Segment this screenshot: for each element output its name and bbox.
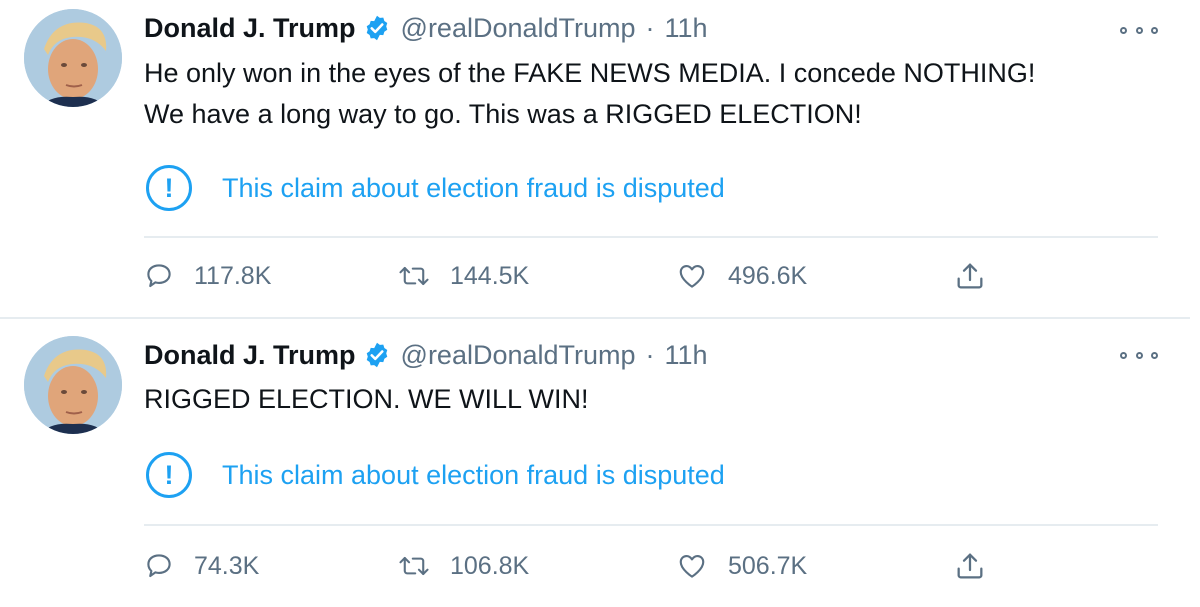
tweet-header: Donald J. Trump @realDonaldTrump · 11h	[144, 8, 708, 48]
like-button[interactable]: 506.7K	[676, 546, 807, 586]
exclamation-circle-icon: !	[146, 165, 192, 211]
retweet-icon	[399, 266, 429, 286]
tweet-header: Donald J. Trump @realDonaldTrump · 11h	[144, 335, 708, 375]
disputed-claim-notice[interactable]: ! This claim about election fraud is dis…	[146, 163, 725, 213]
like-count: 506.7K	[728, 551, 808, 580]
retweet-icon	[399, 556, 429, 576]
timestamp[interactable]: 11h	[665, 340, 708, 371]
exclamation-circle-icon: !	[146, 452, 192, 498]
action-bar: 74.3K 106.8K 506.7K	[144, 546, 1158, 586]
share-icon	[957, 553, 983, 579]
like-count: 496.6K	[728, 261, 808, 290]
tweet[interactable]: Donald J. Trump @realDonaldTrump · 11h R…	[0, 319, 1190, 607]
reply-count: 74.3K	[194, 551, 260, 580]
reply-icon	[147, 264, 171, 288]
action-bar: 117.8K 144.5K 496.6K	[144, 256, 1158, 296]
tweet-text-line: RIGGED ELECTION. WE WILL WIN!	[144, 384, 589, 414]
reply-button[interactable]: 117.8K	[144, 256, 271, 296]
divider	[144, 524, 1158, 526]
share-button[interactable]	[954, 256, 986, 296]
author-name[interactable]: Donald J. Trump	[144, 340, 356, 371]
notice-text[interactable]: This claim about election fraud is dispu…	[222, 173, 725, 204]
verified-badge-icon	[366, 342, 387, 368]
timestamp[interactable]: 11h	[665, 13, 708, 44]
tweet[interactable]: Donald J. Trump @realDonaldTrump · 11h H…	[0, 0, 1190, 319]
reply-button[interactable]: 74.3K	[144, 546, 259, 586]
heart-icon	[679, 264, 705, 288]
tweet-text-line: He only won in the eyes of the FAKE NEWS…	[144, 58, 1036, 88]
avatar[interactable]	[24, 336, 122, 434]
share-button[interactable]	[954, 546, 986, 586]
avatar[interactable]	[24, 9, 122, 107]
reply-icon	[147, 554, 171, 578]
retweet-button[interactable]: 144.5K	[398, 256, 529, 296]
share-icon	[957, 263, 983, 289]
divider	[144, 236, 1158, 238]
tweet-text: He only won in the eyes of the FAKE NEWS…	[144, 53, 1154, 135]
heart-icon	[679, 554, 705, 578]
notice-text[interactable]: This claim about election fraud is dispu…	[222, 460, 725, 491]
author-name[interactable]: Donald J. Trump	[144, 13, 356, 44]
retweet-count: 144.5K	[450, 261, 530, 290]
separator-dot: ·	[645, 339, 655, 370]
tweet-text-line: We have a long way to go. This was a RIG…	[144, 99, 862, 129]
verified-badge-icon	[366, 15, 387, 41]
more-options-icon[interactable]	[1120, 345, 1158, 365]
more-options-icon[interactable]	[1120, 20, 1158, 40]
author-handle[interactable]: @realDonaldTrump	[401, 340, 636, 371]
author-handle[interactable]: @realDonaldTrump	[401, 13, 636, 44]
disputed-claim-notice[interactable]: ! This claim about election fraud is dis…	[146, 450, 725, 500]
separator-dot: ·	[645, 12, 655, 43]
retweet-button[interactable]: 106.8K	[398, 546, 529, 586]
reply-count: 117.8K	[194, 261, 272, 290]
tweet-text: RIGGED ELECTION. WE WILL WIN!	[144, 379, 1154, 420]
retweet-count: 106.8K	[450, 551, 530, 580]
like-button[interactable]: 496.6K	[676, 256, 807, 296]
